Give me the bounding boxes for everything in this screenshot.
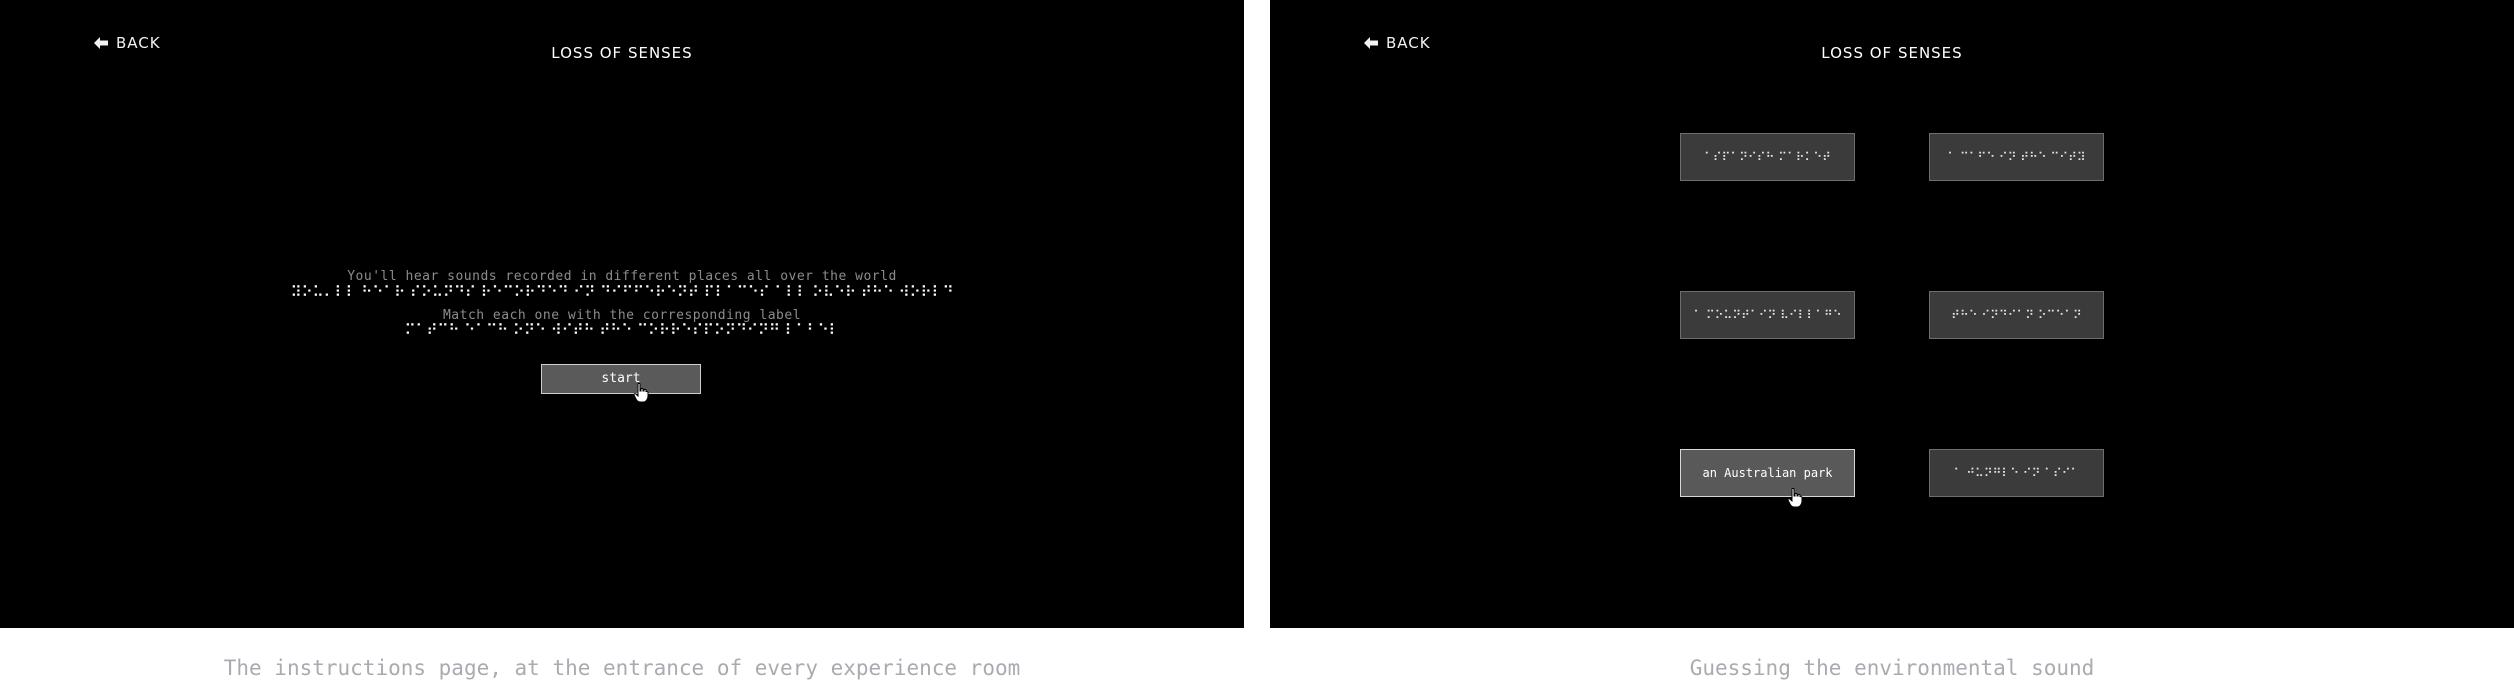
- sound-option-card[interactable]: ⠁ ⠍⠕⠥⠝⠞⠁⠊⠝ ⠧⠊⠇⠇⠁⠛⠑: [1680, 291, 1855, 339]
- instruction-braille-2: ⠍⠁⠞⠉⠓ ⠑⠁⠉⠓ ⠕⠝⠑ ⠺⠊⠞⠓ ⠞⠓⠑ ⠉⠕⠗⠗⠑⠎⠏⠕⠝⠙⠊⠝⠛ ⠇⠁…: [404, 321, 840, 339]
- sound-option-card[interactable]: ⠞⠓⠑ ⠊⠝⠙⠊⠁⠝ ⠕⠉⠑⠁⠝: [1929, 291, 2104, 339]
- page-title: LOSS OF SENSES: [1821, 44, 1963, 62]
- hand-cursor-icon: [1787, 488, 1803, 508]
- sound-option-card-active[interactable]: an Australian park: [1680, 449, 1855, 497]
- caption-right: Guessing the environmental sound: [1689, 656, 2095, 680]
- instruction-braille-1: ⠽⠕⠥⠄⠇⠇ ⠓⠑⠁⠗ ⠎⠕⠥⠝⠙⠎ ⠗⠑⠉⠕⠗⠙⠑⠙ ⠊⠝ ⠙⠊⠋⠋⠑⠗⠑⠝⠞…: [290, 283, 954, 301]
- guessing-screen: BACK LOSS OF SENSES ⠁⠎⠏⠁⠝⠊⠎⠓ ⠍⠁⠗⠅⠑⠞ ⠁ ⠉⠁…: [1270, 0, 2514, 628]
- sound-option-card[interactable]: ⠁ ⠚⠥⠝⠛⠇⠑ ⠊⠝ ⠁⠎⠊⠁: [1929, 449, 2104, 497]
- start-button[interactable]: start: [541, 364, 701, 394]
- sound-option-card[interactable]: ⠁ ⠉⠁⠋⠑ ⠊⠝ ⠞⠓⠑ ⠉⠊⠞⠽: [1929, 133, 2104, 181]
- caption-left: The instructions page, at the entrance o…: [223, 656, 1021, 680]
- page-title: LOSS OF SENSES: [551, 44, 693, 62]
- instructions-screen: BACK LOSS OF SENSES You'll hear sounds r…: [0, 0, 1244, 628]
- instruction-text-1: You'll hear sounds recorded in different…: [347, 269, 897, 284]
- hand-cursor-icon: [633, 383, 649, 403]
- sound-option-card[interactable]: ⠁⠎⠏⠁⠝⠊⠎⠓ ⠍⠁⠗⠅⠑⠞: [1680, 133, 1855, 181]
